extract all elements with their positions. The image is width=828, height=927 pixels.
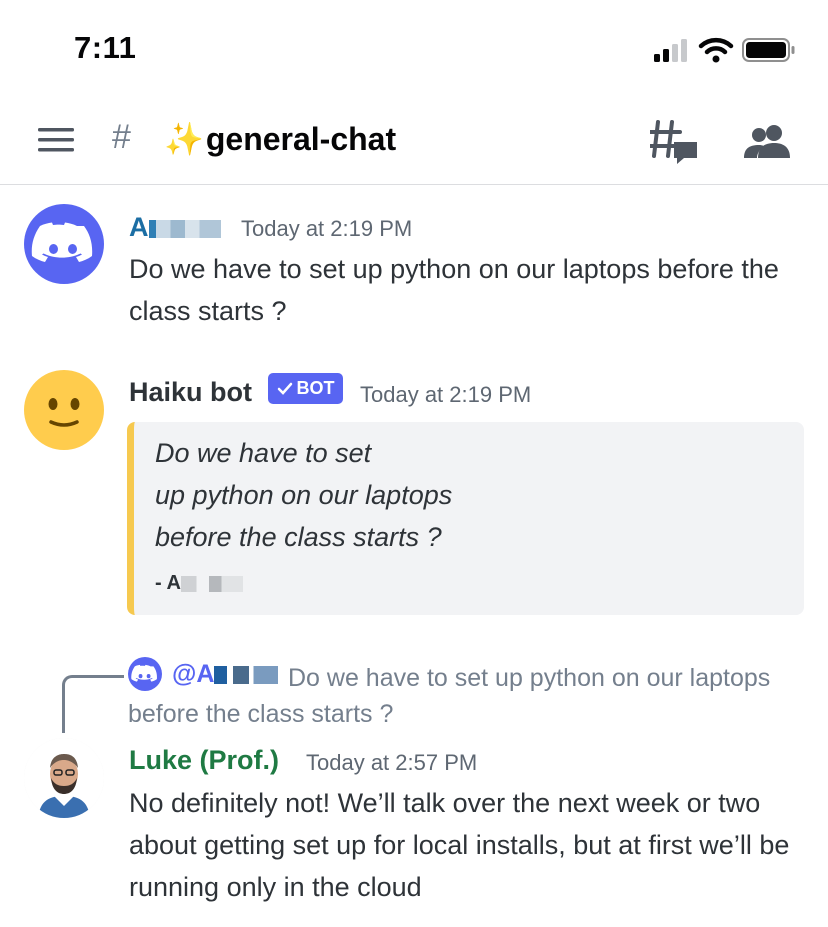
message-text: Do we have to set up python on our lapto… bbox=[129, 254, 779, 326]
avatar[interactable] bbox=[24, 370, 104, 450]
status-bar: 7:11 bbox=[0, 0, 828, 100]
message-timestamp: Today at 2:19 PM bbox=[241, 216, 413, 241]
sparkles-emoji-icon: ✨ bbox=[164, 121, 204, 157]
redacted-name bbox=[180, 575, 243, 592]
avatar[interactable] bbox=[24, 738, 104, 818]
message-author[interactable]: Luke (Prof.) bbox=[129, 745, 279, 776]
battery-icon bbox=[742, 38, 795, 62]
haiku-embed: Do we have to set up python on our lapto… bbox=[127, 422, 804, 615]
redacted-name bbox=[148, 219, 221, 238]
discord-logo-icon bbox=[31, 222, 93, 262]
wifi-icon bbox=[698, 37, 734, 63]
message-author[interactable]: Haiku bot bbox=[129, 377, 252, 408]
hamburger-menu-icon[interactable] bbox=[38, 126, 74, 154]
channel-title[interactable]: ✨general-chat bbox=[164, 120, 396, 158]
checkmark-icon bbox=[277, 382, 292, 395]
channel-hash-icon: # bbox=[112, 118, 131, 156]
profile-photo bbox=[24, 738, 104, 818]
cellular-signal-icon bbox=[654, 39, 687, 62]
channel-header: # ✨general-chat bbox=[0, 100, 828, 185]
channel-name: general-chat bbox=[205, 121, 397, 157]
status-time: 7:11 bbox=[74, 30, 137, 65]
threads-icon[interactable] bbox=[650, 120, 700, 166]
message-timestamp: Today at 2:19 PM bbox=[360, 382, 532, 407]
embed-line: before the class starts ? bbox=[155, 522, 442, 552]
members-icon[interactable] bbox=[744, 124, 792, 160]
slight-smile-emoji-icon bbox=[48, 398, 80, 427]
reply-preview-text[interactable]: Do we have to set up python on our lapto… bbox=[128, 660, 808, 732]
reply-connector bbox=[62, 675, 124, 733]
message-author[interactable]: A bbox=[129, 212, 221, 243]
embed-line: Do we have to set bbox=[155, 438, 372, 468]
message-text: No definitely not! We’ll talk over the n… bbox=[129, 788, 790, 902]
bot-badge: BOT bbox=[268, 373, 343, 404]
message-timestamp: Today at 2:57 PM bbox=[306, 750, 478, 775]
embed-footer: - A bbox=[155, 572, 243, 595]
avatar[interactable] bbox=[24, 204, 104, 284]
embed-line: up python on our laptops bbox=[155, 480, 453, 510]
